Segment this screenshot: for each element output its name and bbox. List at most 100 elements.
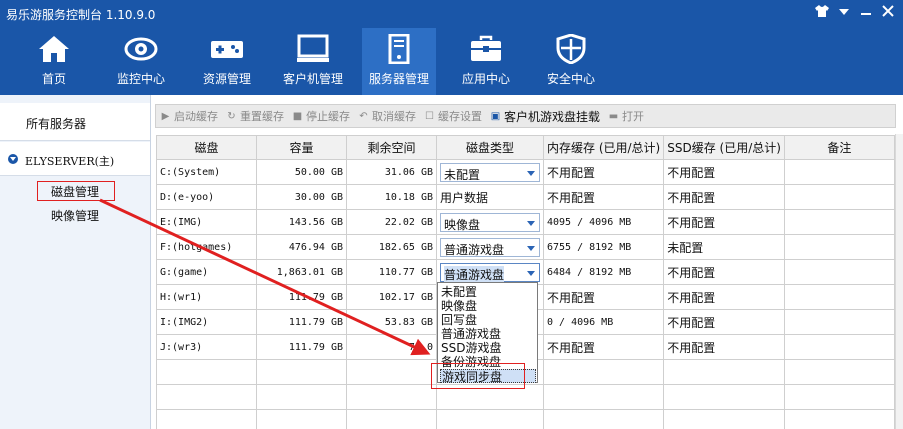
empty-cell xyxy=(783,409,895,429)
note-cell xyxy=(783,184,895,210)
sidebar-item-label: 所有服务器 xyxy=(26,117,87,131)
stop-cache-button[interactable]: ■ 停止缓存 xyxy=(292,108,350,124)
column-header[interactable]: 内存缓存 (已用/总计) xyxy=(542,135,665,160)
nav-resources[interactable]: 资源管理 xyxy=(187,28,267,95)
dropdown-option[interactable]: 未配置 xyxy=(440,285,536,299)
table-row[interactable]: F:(hotgames) 476.94 GB 182.65 GB 普通游戏盘 6755 … xyxy=(156,234,895,260)
nav-security[interactable]: 安全中心 xyxy=(531,28,611,95)
free-space-cell: 110.77 GB xyxy=(346,259,437,285)
empty-cell xyxy=(663,384,785,410)
chevron-down-icon[interactable] xyxy=(527,170,535,176)
sidebar-item-image-management[interactable]: 映像管理 xyxy=(0,203,150,226)
stop-icon: ■ xyxy=(292,110,303,122)
dropdown-option[interactable]: 映像盘 xyxy=(440,299,536,313)
memory-cache-cell: 不用配置 xyxy=(542,184,665,210)
folder-icon: ▬ xyxy=(608,110,619,122)
chevron-down-icon[interactable] xyxy=(527,270,535,276)
column-header[interactable]: 剩余空间 xyxy=(346,135,437,160)
table-header-row: 磁盘 容量 剩余空间 磁盘类型 内存缓存 (已用/总计) SSD缓存 (已用/总… xyxy=(156,135,895,160)
select-value: 未配置 xyxy=(444,167,481,182)
empty-cell xyxy=(663,359,785,385)
empty-cell xyxy=(156,359,257,385)
memory-cache-cell: 不用配置 xyxy=(542,284,665,310)
nav-clients[interactable]: 客户机管理 xyxy=(273,28,353,95)
disk-type-select[interactable]: 未配置 xyxy=(440,162,540,182)
dropdown-option[interactable]: 普通游戏盘 xyxy=(440,327,536,341)
free-space-cell: 53.83 GB xyxy=(346,309,437,335)
note-cell xyxy=(783,159,895,185)
ssd-cache-cell: 不用配置 xyxy=(663,334,785,360)
close-icon[interactable] xyxy=(877,4,899,24)
empty-cell xyxy=(256,384,347,410)
main-nav: 首页 监控中心 资源管理 客户机管理 服务器管理 应用中心 安全中心 xyxy=(0,28,903,95)
capacity-cell: 476.94 GB xyxy=(256,234,347,260)
empty-cell xyxy=(156,409,257,429)
nav-monitor[interactable]: 监控中心 xyxy=(101,28,181,95)
gamepad-icon xyxy=(211,41,243,58)
empty-cell xyxy=(783,359,895,385)
sidebar-all-servers[interactable]: 所有服务器 xyxy=(0,103,150,141)
column-header[interactable]: 磁盘 xyxy=(156,135,257,160)
column-header[interactable]: SSD缓存 (已用/总计) xyxy=(663,135,785,160)
free-space-cell: 79.0 xyxy=(346,334,437,360)
nav-label: 应用中心 xyxy=(461,72,510,86)
disk-type-cell[interactable]: 未配置 xyxy=(436,159,544,185)
table-row[interactable]: G:(game) 1,863.01 GB 110.77 GB 普通游戏盘 6484 / … xyxy=(156,259,895,285)
select-value: 普通游戏盘 xyxy=(444,265,505,283)
memory-cache-cell: 6755 / 8192 MB xyxy=(542,234,665,260)
empty-cell xyxy=(542,359,665,385)
cancel-cache-button[interactable]: ↶ 取消缓存 xyxy=(358,108,416,124)
disk-type-select[interactable]: 映像盘 xyxy=(440,212,540,232)
disk-type-select[interactable]: 普通游戏盘 xyxy=(440,237,540,257)
capacity-cell: 1,863.01 GB xyxy=(256,259,347,285)
table-row[interactable]: E:(IMG) 143.56 GB 22.02 GB 映像盘 4095 / 4096 M… xyxy=(156,209,895,235)
expand-toggle-icon[interactable] xyxy=(8,154,18,164)
dropdown-option[interactable]: SSD游戏盘 xyxy=(440,341,536,355)
column-header[interactable]: 备注 xyxy=(783,135,895,160)
nav-label: 监控中心 xyxy=(116,72,165,86)
sidebar-server-node[interactable]: ELYSERVER(主) xyxy=(0,142,150,176)
disk-type-select[interactable]: 普通游戏盘 xyxy=(440,262,540,283)
table-row[interactable]: C:(System) 50.00 GB 31.06 GB 未配置 不用配置 不用配置 xyxy=(156,159,895,185)
chevron-down-icon[interactable] xyxy=(833,4,855,24)
free-space-cell: 31.06 GB xyxy=(346,159,437,185)
nav-home[interactable]: 首页 xyxy=(14,28,94,95)
memory-cache-cell: 0 / 4096 MB xyxy=(542,309,665,335)
eye-icon xyxy=(124,37,158,61)
chevron-down-icon[interactable] xyxy=(527,245,535,251)
capacity-cell: 50.00 GB xyxy=(256,159,347,185)
mount-game-disk-button[interactable]: ▣ 客户机游戏盘挂载 xyxy=(490,108,600,125)
dropdown-option[interactable]: 回写盘 xyxy=(440,313,536,327)
capacity-cell: 111.79 GB xyxy=(256,284,347,310)
annotation-highlight-box xyxy=(431,363,525,389)
column-header[interactable]: 容量 xyxy=(256,135,347,160)
undo-icon: ↶ xyxy=(359,110,368,122)
nav-servers[interactable]: 服务器管理 xyxy=(362,28,436,95)
disk-cell: F:(hotgames) xyxy=(156,234,257,260)
play-icon: ▶ xyxy=(161,110,170,122)
table-row-empty xyxy=(156,384,895,410)
column-header[interactable]: 磁盘类型 xyxy=(436,135,544,160)
open-button[interactable]: ▬ 打开 xyxy=(608,108,644,124)
free-space-cell: 102.17 GB xyxy=(346,284,437,310)
refresh-icon: ↻ xyxy=(227,110,236,122)
cache-settings-button[interactable]: ☐ 缓存设置 xyxy=(424,108,482,124)
vertical-scrollbar[interactable] xyxy=(895,134,903,429)
tshirt-icon[interactable] xyxy=(811,4,833,24)
minimize-icon[interactable] xyxy=(855,4,877,24)
free-space-cell: 182.65 GB xyxy=(346,234,437,260)
disk-type-cell[interactable]: 映像盘 xyxy=(436,209,544,235)
reset-cache-button[interactable]: ↻ 重置缓存 xyxy=(226,108,284,124)
disk-toolbar: ▶ 启动缓存 ↻ 重置缓存 ■ 停止缓存 ↶ 取消缓存 ☐ 缓存设置 ▣ 客户机游戏盘挂载 … xyxy=(155,104,896,128)
empty-cell xyxy=(346,409,437,429)
nav-apps[interactable]: 应用中心 xyxy=(446,28,526,95)
capacity-cell: 143.56 GB xyxy=(256,209,347,235)
disk-type-cell[interactable]: 普通游戏盘 xyxy=(436,259,544,285)
disk-type-cell[interactable]: 普通游戏盘 xyxy=(436,234,544,260)
server-name: ELYSERVER(主) xyxy=(25,155,115,168)
nav-label: 安全中心 xyxy=(546,72,595,86)
ssd-cache-cell: 未配置 xyxy=(663,234,785,260)
start-cache-button[interactable]: ▶ 启动缓存 xyxy=(160,108,218,124)
chevron-down-icon[interactable] xyxy=(527,220,535,226)
table-row[interactable]: D:(e-yoo) 30.00 GB 10.18 GB 用户数据 不用配置 不用配置 xyxy=(156,184,895,210)
